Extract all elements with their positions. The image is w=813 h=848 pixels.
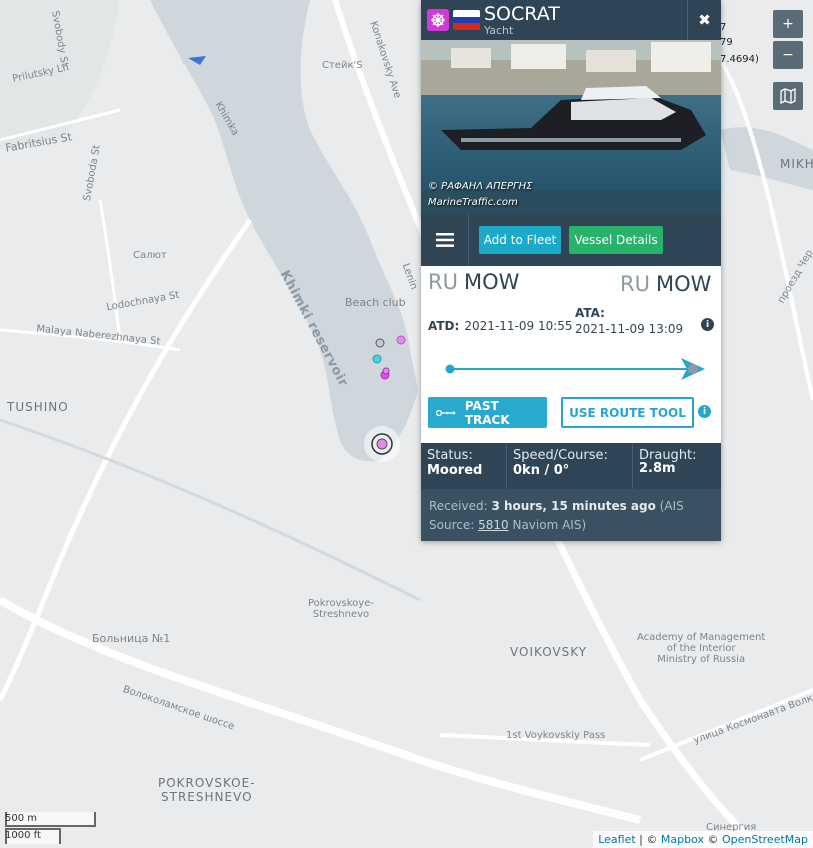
map-label-steik: Стейк'S — [322, 60, 363, 71]
draught-value: 2.8m — [639, 461, 676, 476]
ata-label: ATA: — [575, 306, 605, 320]
atd-value: 2021-11-09 10:55 — [464, 319, 573, 333]
map-layers-button[interactable] — [773, 82, 803, 110]
arrival-port-code: MOW — [655, 272, 712, 296]
status-cell: Status: Moored — [421, 443, 507, 489]
menu-button[interactable] — [421, 213, 469, 266]
departure-port-code: MOW — [463, 270, 520, 294]
received-time: 3 hours, 15 minutes ago — [491, 499, 656, 513]
map-label-academy: Academy of Management of the Interior Mi… — [637, 632, 766, 665]
progress-end-dot — [688, 364, 698, 374]
status-bar: Status: Moored Speed/Course: 0kn / 0° Dr… — [421, 443, 721, 489]
map-label-pokrovskoye: Pokrovskoye- Streshnevo — [308, 598, 374, 620]
attribution-sep-2: © — [703, 833, 722, 846]
vessel-details-button[interactable]: Vessel Details — [569, 226, 663, 254]
yacht-type-icon — [427, 9, 449, 31]
departure-country: RU — [428, 270, 458, 294]
map-label-salyut: Салют — [133, 250, 167, 261]
speed-label: Speed/Course: — [513, 448, 608, 463]
map-label-mikh: MIKH — [780, 157, 813, 171]
vessel-marker-grey — [375, 338, 385, 348]
departure-port[interactable]: RU MOW — [428, 270, 519, 294]
map-label-voikovsky: VOIKOVSKY — [510, 645, 588, 659]
ata-info-icon[interactable]: i — [701, 318, 714, 331]
map-label-beach: Beach club — [345, 296, 406, 309]
attribution-sep-1: | © — [635, 833, 661, 846]
leaflet-link[interactable]: Leaflet — [598, 833, 635, 846]
past-track-button[interactable]: PAST TRACK — [428, 397, 547, 428]
map-label-tushino: TUSHINO — [7, 400, 69, 414]
status-label: Status: — [427, 448, 473, 463]
close-button[interactable]: ✖ — [687, 0, 721, 40]
vessel-marker-pink-1 — [396, 335, 406, 345]
hamburger-icon — [435, 232, 454, 247]
selected-vessel-marker — [364, 426, 400, 462]
received-info: Received: 3 hours, 15 minutes ago (AIS S… — [421, 489, 721, 541]
coord-fragment-b: 79 — [720, 37, 733, 48]
draught-cell: Draught: 2.8m — [633, 443, 721, 489]
scale-metric: 500 m — [5, 813, 38, 824]
received-source-suffix: Naviom AIS) — [512, 518, 587, 532]
scale-imperial: 1000 ft — [5, 830, 41, 841]
past-track-label: PAST TRACK — [464, 398, 510, 427]
vessel-popup: SOCRAT Yacht ✖ © ΡΑΦΑΗΛ ΑΠΕΡΓΗΣ MarineTr… — [421, 0, 721, 541]
mapbox-link[interactable]: Mapbox — [661, 833, 704, 846]
popup-toolbar: Add to Fleet Vessel Details — [421, 213, 721, 266]
osm-link[interactable]: OpenStreetMap — [722, 833, 808, 846]
map-label-bolnitsa: Больница №1 — [92, 632, 171, 645]
route-tool-label: USE ROUTE TOOL — [569, 405, 686, 420]
map-label-pokrovskoe: POKROVSKOE- STRESHNEVO — [158, 776, 256, 804]
vessel-marker-pink-3 — [382, 367, 390, 375]
atd-row: ATD: 2021-11-09 10:55 — [428, 315, 573, 334]
arrival-port[interactable]: RU MOW — [620, 272, 711, 296]
map-attribution: Leaflet | © Mapbox © OpenStreetMap — [593, 831, 813, 848]
add-to-fleet-button[interactable]: Add to Fleet — [479, 226, 561, 254]
russia-flag-icon — [453, 10, 480, 30]
map-label-voykovsky-pass: 1st Voykovskiy Pass — [506, 730, 606, 741]
received-source-id[interactable]: 5810 — [478, 518, 509, 532]
route-tool-button[interactable]: USE ROUTE TOOL — [561, 397, 694, 428]
coord-fragment-c: 7.4694) — [720, 54, 759, 65]
map-icon — [780, 88, 796, 104]
atd-label: ATD: — [428, 319, 460, 333]
vessel-photo[interactable]: © ΡΑΦΑΗΛ ΑΠΕΡΓΗΣ MarineTraffic.com — [421, 40, 721, 213]
zoom-in-button[interactable]: + — [773, 10, 803, 38]
arrival-country: RU — [620, 272, 650, 296]
status-value: Moored — [427, 463, 483, 478]
ata-value: 2021-11-09 13:09 — [575, 322, 684, 336]
speed-value: 0kn / 0° — [513, 463, 570, 478]
vessel-name: SOCRAT — [484, 3, 560, 25]
zoom-out-button[interactable]: − — [773, 41, 803, 69]
popup-header: SOCRAT Yacht ✖ — [421, 0, 721, 40]
photo-credit-site: MarineTraffic.com — [428, 197, 518, 208]
vessel-marker-cyan — [372, 354, 382, 364]
progress-start-dot — [445, 364, 455, 374]
received-label: Received: — [429, 499, 488, 513]
track-icon — [436, 409, 456, 416]
photo-credit-author: © ΡΑΦΑΗΛ ΑΠΕΡΓΗΣ — [428, 181, 533, 192]
close-icon: ✖ — [698, 11, 711, 29]
speed-cell: Speed/Course: 0kn / 0° — [507, 443, 633, 489]
vessel-type: Yacht — [484, 24, 514, 37]
voyage-progress — [445, 358, 705, 380]
ata-block: ATA: 2021-11-09 13:09 — [575, 306, 683, 336]
route-tool-info-icon[interactable]: i — [698, 405, 711, 418]
